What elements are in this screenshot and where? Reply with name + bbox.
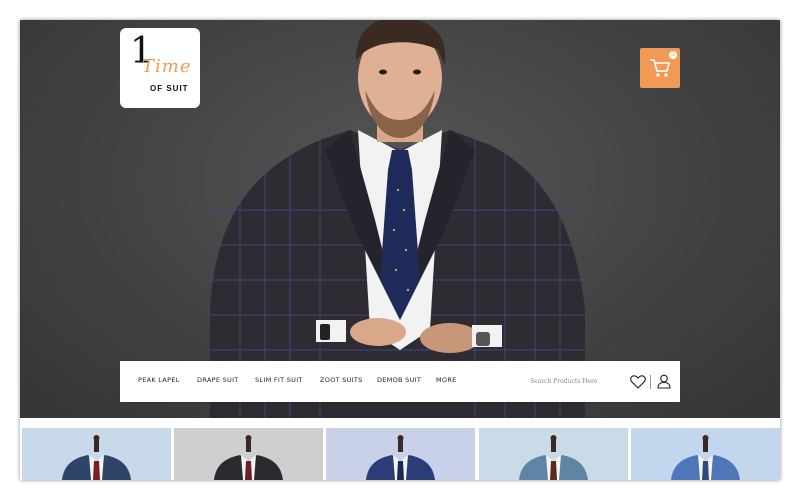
nav-item-demob-suit[interactable]: DEMOB SUIT xyxy=(377,376,421,384)
user-icon[interactable] xyxy=(657,374,671,389)
product-tile[interactable] xyxy=(22,428,171,480)
product-tile[interactable] xyxy=(479,428,628,480)
heart-icon[interactable] xyxy=(630,375,646,389)
nav-item-slim-fit-suit[interactable]: SLIM FIT SUIT xyxy=(255,376,303,384)
nav-divider xyxy=(650,375,651,389)
suit-mannequin-image xyxy=(519,435,588,480)
nav-item-drape-suit[interactable]: DRAPE SUIT xyxy=(197,376,239,384)
suit-mannequin-image xyxy=(62,435,131,480)
nav-item-peak-lapel[interactable]: PEAK LAPEL xyxy=(138,376,180,384)
product-tile[interactable] xyxy=(326,428,475,480)
nav-item-more[interactable]: MORE xyxy=(436,376,457,384)
brand-logo[interactable]: 1 Time OF SUIT xyxy=(120,28,200,108)
page-frame: 1 Time OF SUIT 0 PEAK LAPEL DRAPE SUIT S… xyxy=(20,20,780,480)
suit-mannequin-image xyxy=(671,435,740,480)
product-strip xyxy=(20,428,780,480)
product-tile[interactable] xyxy=(174,428,323,480)
search-input[interactable] xyxy=(530,375,620,387)
cart-icon xyxy=(650,59,670,77)
suit-mannequin-image xyxy=(214,435,283,480)
product-tile[interactable] xyxy=(631,428,780,480)
main-navigation: PEAK LAPEL DRAPE SUIT SLIM FIT SUIT ZOOT… xyxy=(120,361,680,402)
logo-word: Time xyxy=(142,56,192,77)
logo-subtitle: OF SUIT xyxy=(150,84,189,93)
suit-mannequin-image xyxy=(366,435,435,480)
cart-count-badge: 0 xyxy=(669,51,677,59)
cart-button[interactable]: 0 xyxy=(640,48,680,88)
hero-banner: 1 Time OF SUIT 0 PEAK LAPEL DRAPE SUIT S… xyxy=(20,20,780,418)
nav-item-zoot-suits[interactable]: ZOOT SUITS xyxy=(320,376,363,384)
